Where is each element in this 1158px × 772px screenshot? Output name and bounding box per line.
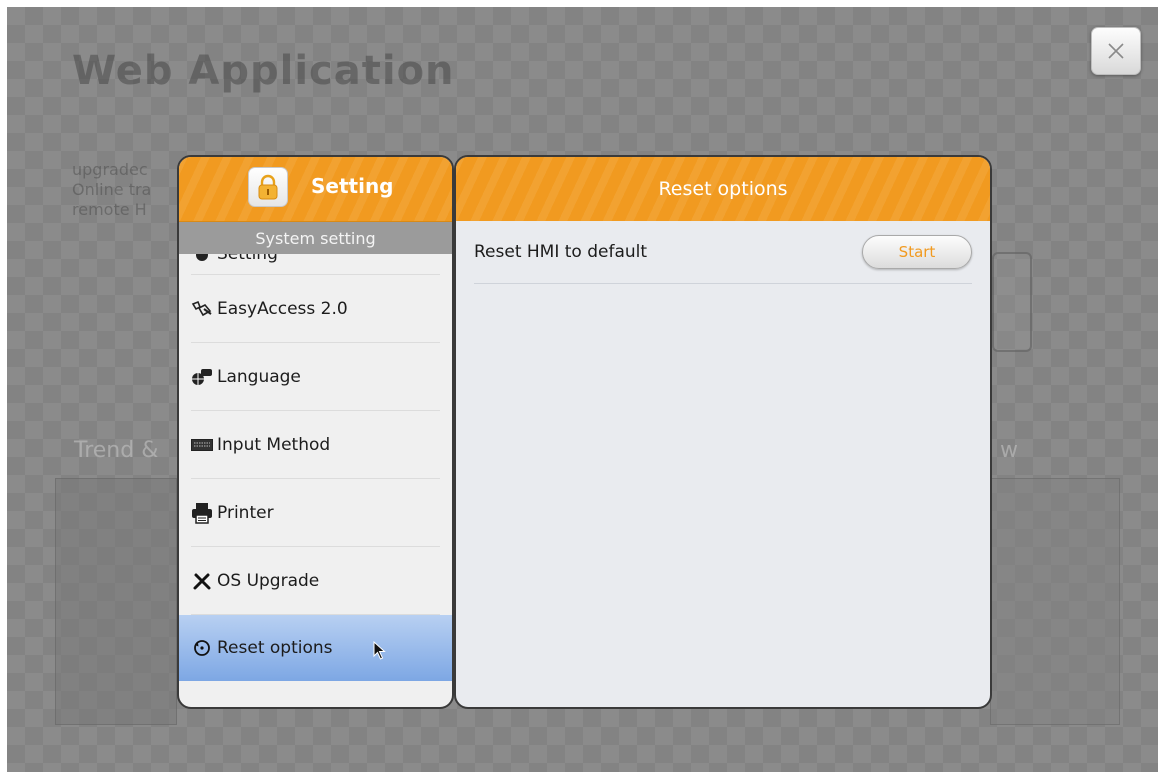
reset-options-panel: Reset options Reset HMI to default Start (454, 155, 992, 709)
keyboard-icon (191, 434, 213, 456)
menu-item-label: OS Upgrade (217, 570, 320, 591)
background-heading: Web Application (72, 48, 455, 94)
settings-title: Setting (311, 174, 394, 198)
reset-hmi-label: Reset HMI to default (474, 242, 648, 262)
settings-menu-list: Setting EasyAccess 2.0 Language Input Me… (179, 254, 452, 681)
background-line: remote H (72, 200, 147, 219)
background-device-image (992, 252, 1032, 352)
menu-item-label: EasyAccess 2.0 (217, 298, 348, 319)
top-strip (0, 0, 1158, 7)
background-screenshot-left (55, 478, 177, 725)
start-button[interactable]: Start (862, 235, 972, 269)
menu-item-input-method[interactable]: Input Method (191, 411, 440, 479)
close-icon (1108, 43, 1124, 59)
background-line: Online tra (72, 180, 152, 199)
menu-item-label: Printer (217, 502, 274, 523)
reset-hmi-row: Reset HMI to default Start (474, 221, 972, 284)
reset-icon (191, 637, 213, 659)
background-paragraph: upgradec Online tra remote H (72, 160, 182, 220)
globe-chat-icon (191, 366, 213, 388)
screen: Web Application upgradec Online tra remo… (0, 0, 1158, 772)
lock-button[interactable] (248, 167, 288, 207)
menu-item-printer[interactable]: Printer (191, 479, 440, 547)
background-line: upgradec (72, 160, 148, 179)
menu-item-label: Reset options (217, 638, 333, 658)
menu-item-easyaccess[interactable]: EasyAccess 2.0 (191, 275, 440, 343)
background-fragment-text: w (1000, 438, 1018, 463)
close-button[interactable] (1091, 27, 1141, 75)
menu-item-reset-options[interactable]: Reset options (179, 615, 452, 681)
menu-item-label: Setting (217, 254, 278, 264)
menu-item-os-upgrade[interactable]: OS Upgrade (191, 547, 440, 615)
settings-menu-panel: Setting System setting Setting EasyAcces… (177, 155, 454, 709)
lock-icon (258, 174, 278, 200)
background-trend-text: Trend & (74, 438, 159, 463)
easyaccess-icon (191, 298, 213, 320)
background-screenshot-right (990, 478, 1120, 725)
mouse-cursor-icon (373, 640, 387, 666)
menu-item-label: Input Method (217, 434, 331, 455)
menu-item-label: Language (217, 366, 301, 387)
settings-header: Setting (179, 157, 452, 222)
reset-options-header: Reset options (456, 157, 990, 221)
menu-item-language[interactable]: Language (191, 343, 440, 411)
printer-icon (191, 502, 213, 524)
gear-icon (191, 254, 213, 266)
tools-icon (191, 570, 213, 592)
system-setting-label: System setting (179, 222, 452, 254)
menu-item-setting[interactable]: Setting (191, 254, 440, 275)
